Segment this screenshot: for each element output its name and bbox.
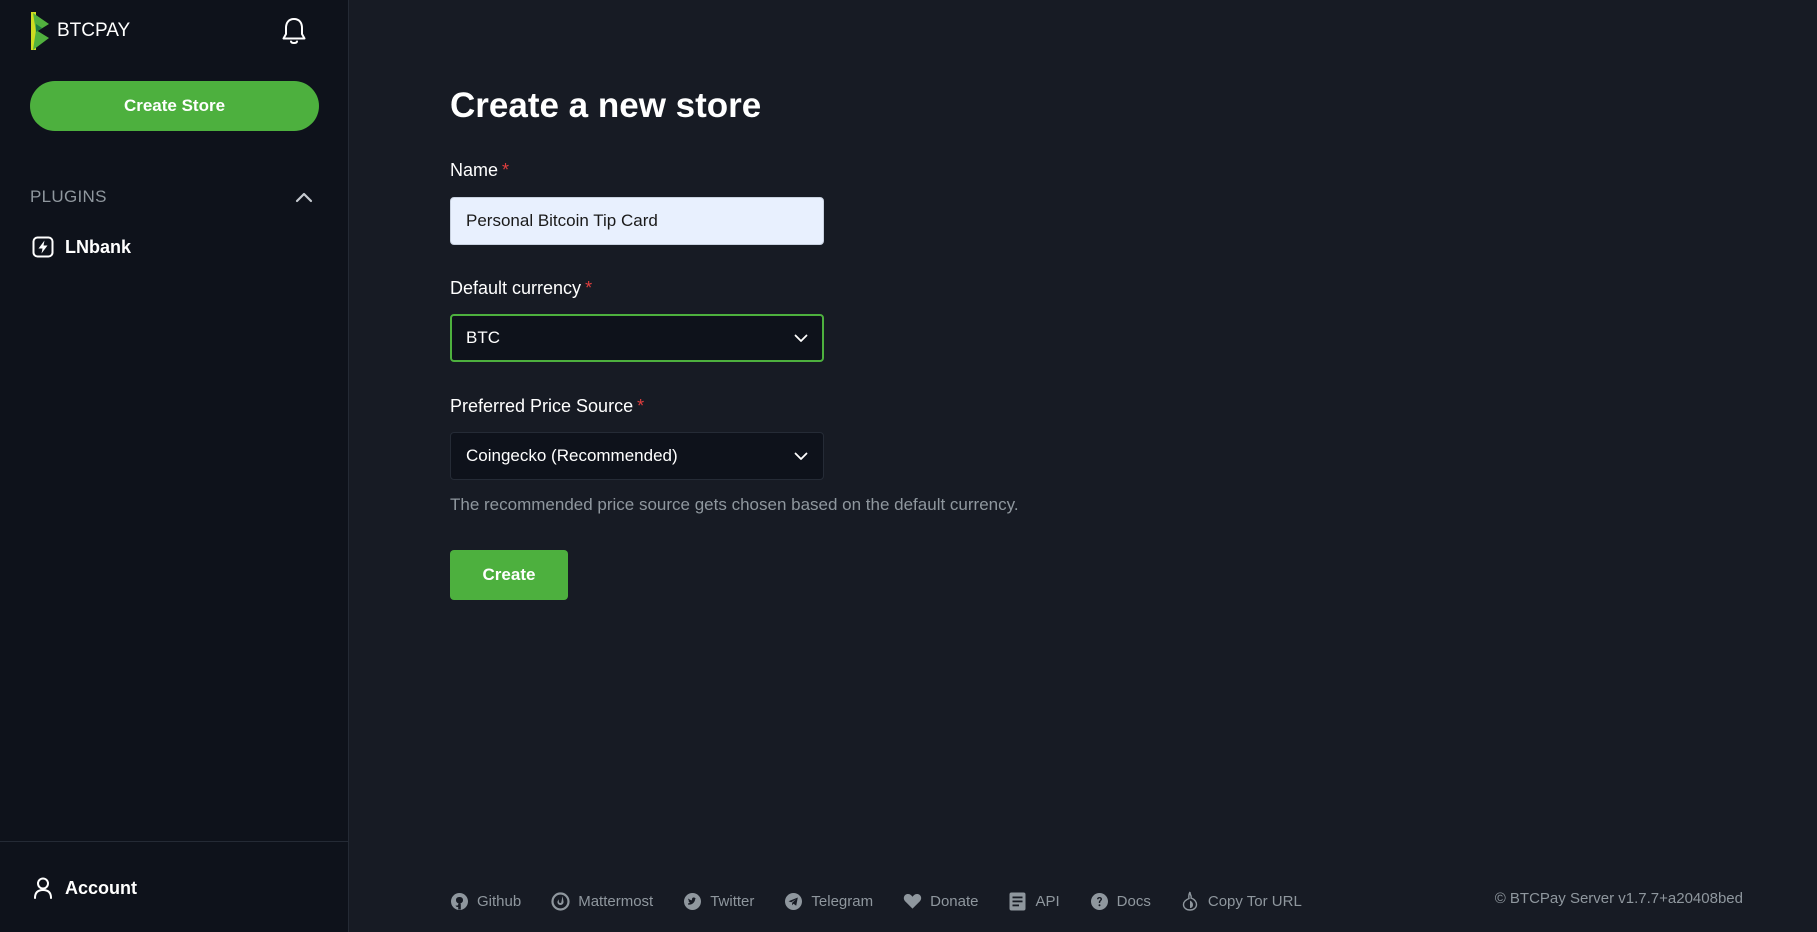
footer-link-label: Github (477, 892, 522, 910)
price-source-label-text: Preferred Price Source (450, 396, 634, 416)
footer-link-label: API (1035, 892, 1060, 910)
app-window: BTCPAY Create Store PLUGINS LNbank Accou… (0, 0, 1817, 932)
plugins-section-label: PLUGINS (30, 187, 107, 206)
footer-link-label: Mattermost (578, 892, 654, 910)
required-mark: * (637, 396, 645, 416)
create-button[interactable]: Create (450, 550, 568, 600)
sidebar: BTCPAY Create Store PLUGINS LNbank Accou… (0, 0, 349, 932)
heart-icon (903, 892, 922, 911)
plugins-section-toggle[interactable]: PLUGINS (30, 184, 319, 210)
lightning-icon (32, 236, 54, 258)
footer-link-telegram[interactable]: Telegram (784, 892, 873, 911)
mattermost-icon (551, 891, 570, 911)
price-source-value: Coingecko (Recommended) (466, 446, 678, 465)
user-icon (34, 877, 52, 899)
telegram-icon (784, 892, 803, 911)
required-mark: * (585, 278, 593, 298)
default-currency-value: BTC (466, 328, 500, 347)
footer-link-api[interactable]: API (1008, 892, 1060, 911)
footer-link-label: Copy Tor URL (1207, 892, 1302, 910)
notifications-bell-icon[interactable] (280, 16, 308, 46)
create-store-button[interactable]: Create Store (30, 81, 319, 131)
footer-link-github[interactable]: Github (450, 892, 521, 911)
name-label-text: Name (450, 160, 499, 180)
currency-label-text: Default currency (450, 278, 582, 298)
sidebar-item-lnbank[interactable]: LNbank (32, 233, 131, 261)
page-title: Create a new store (450, 86, 762, 125)
default-currency-select[interactable]: BTC (450, 314, 824, 362)
logo-text: BTCPAY (57, 20, 131, 41)
document-icon (1008, 892, 1027, 911)
footer-link-docs[interactable]: Docs (1090, 892, 1151, 911)
price-source-help-text: The recommended price source gets chosen… (450, 495, 1019, 514)
main-content: Create a new store Name* Default currenc… (350, 0, 1817, 932)
footer-link-twitter[interactable]: Twitter (683, 892, 754, 911)
footer-link-donate[interactable]: Donate (903, 892, 978, 911)
github-icon (450, 892, 469, 911)
sidebar-item-label: LNbank (65, 236, 132, 257)
account-menu[interactable]: Account (33, 874, 137, 902)
account-label: Account (65, 877, 137, 898)
footer-link-label: Donate (930, 892, 979, 910)
required-mark: * (502, 160, 510, 180)
price-source-select[interactable]: Coingecko (Recommended) (450, 432, 824, 480)
footer-links: Github Mattermost Twitter Telegram Donat… (450, 889, 1332, 913)
btcpay-logo-icon (31, 12, 49, 50)
footer-link-mattermost[interactable]: Mattermost (551, 891, 654, 911)
footer-link-copy-tor-url[interactable]: Copy Tor URL (1181, 891, 1302, 911)
btcpay-logo[interactable]: BTCPAY (29, 10, 130, 52)
footer-link-label: Telegram (811, 892, 874, 910)
sidebar-divider (0, 841, 349, 842)
name-field-label: Name * (450, 160, 509, 181)
price-source-field-label: Preferred Price Source * (450, 396, 644, 417)
tor-icon (1181, 891, 1200, 911)
chevron-up-icon (295, 192, 313, 203)
twitter-icon (683, 892, 702, 911)
chevron-down-icon (794, 334, 808, 342)
store-name-input[interactable] (450, 197, 824, 245)
chevron-down-icon (794, 452, 808, 460)
currency-field-label: Default currency * (450, 278, 592, 299)
footer-link-label: Twitter (710, 892, 755, 910)
question-icon (1090, 892, 1109, 911)
copyright-version: © BTCPay Server v1.7.7+a20408bed (1494, 890, 1743, 907)
footer-link-label: Docs (1116, 892, 1151, 910)
